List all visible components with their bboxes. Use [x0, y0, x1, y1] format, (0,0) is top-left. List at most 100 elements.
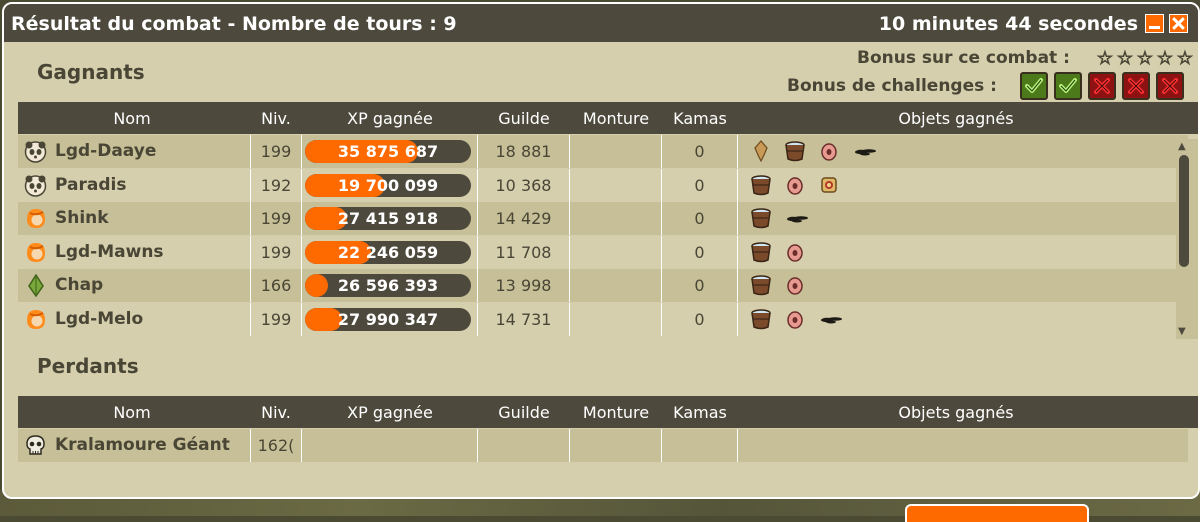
guild-xp: 11 708 — [478, 235, 570, 269]
scroll-down-icon[interactable]: ▼ — [1178, 326, 1186, 337]
table-row: Paradis 192 19 700 099 10 368 0 — [18, 168, 1188, 202]
xp-progress-bar: 27 990 347 — [305, 307, 471, 331]
player-name-cell: Paradis — [18, 169, 250, 202]
pink-stone-icon[interactable] — [784, 274, 806, 296]
player-name[interactable]: Kralamoure Géant — [55, 429, 230, 462]
xp-cell: 27 990 347 — [302, 302, 478, 336]
player-name[interactable]: Chap — [55, 269, 103, 302]
player-level: 199 — [250, 202, 302, 235]
items-cell — [738, 236, 1174, 269]
col-guild-header: Guilde — [498, 403, 550, 422]
player-level: 199 — [250, 235, 302, 269]
pink-stone-icon[interactable] — [818, 140, 840, 162]
mount-xp — [570, 135, 662, 168]
minimize-button[interactable] — [1145, 14, 1164, 33]
player-name[interactable]: Lgd-Melo — [55, 303, 143, 336]
winners-title: Gagnants — [37, 60, 145, 84]
cra-icon — [24, 308, 47, 331]
col-level-header: Niv. — [261, 403, 291, 422]
guild-xp: 14 731 — [478, 302, 570, 336]
challenge-success-icon — [1020, 72, 1048, 100]
table-row: Shink 199 27 415 918 14 429 0 — [18, 202, 1188, 235]
scroll-up-icon[interactable]: ▲ — [1178, 141, 1186, 152]
losers-table-header: Nom Niv. XP gagnée Guilde Monture Kamas … — [18, 396, 1198, 428]
kamas-value: 0 — [662, 235, 738, 269]
player-level: 199 — [250, 302, 302, 336]
items-cell — [738, 202, 1174, 235]
col-mount-header: Monture — [582, 109, 650, 128]
table-row: Lgd-Daaye 199 35 875 687 18 881 0 — [18, 135, 1188, 168]
cra-icon — [24, 207, 47, 230]
pink-stone-icon[interactable] — [784, 308, 806, 330]
challenge-success-icon — [1054, 72, 1082, 100]
combat-bonus-stars: ☆ ☆ ☆ ☆ ☆ — [1096, 48, 1194, 69]
black-flower-icon[interactable] — [818, 308, 842, 330]
col-xp-header: XP gagnée — [347, 403, 433, 422]
window-title: Résultat du combat - Nombre de tours : 9 — [11, 13, 457, 35]
star-icon: ☆ — [1116, 48, 1134, 69]
bucket-item-icon[interactable] — [750, 241, 772, 263]
winners-scrollbar[interactable]: ▲ ▼ — [1176, 139, 1198, 339]
pink-stone-icon[interactable] — [784, 174, 806, 196]
player-level: 166 — [250, 269, 302, 302]
challenges-bonus-label: Bonus de challenges : — [787, 76, 997, 96]
xp-value: 27 415 918 — [337, 209, 439, 228]
star-icon: ☆ — [1096, 48, 1114, 69]
kamas-value: 0 — [662, 302, 738, 336]
black-flower-icon[interactable] — [852, 140, 876, 162]
xp-progress-bar: 26 596 393 — [305, 274, 471, 297]
bucket-item-icon[interactable] — [750, 274, 772, 296]
guild-xp: 14 429 — [478, 202, 570, 235]
player-name[interactable]: Lgd-Daaye — [55, 135, 156, 168]
xp-progress-bar: 35 875 687 — [305, 140, 471, 163]
scroll-thumb[interactable] — [1179, 155, 1189, 267]
items-cell — [738, 135, 1174, 168]
challenge-fail-icon — [1122, 72, 1150, 100]
player-name-cell: Kralamoure Géant — [18, 429, 250, 462]
player-name[interactable]: Shink — [55, 202, 109, 235]
bucket-item-icon[interactable] — [750, 174, 772, 196]
xp-value: 35 875 687 — [337, 142, 439, 161]
winners-table: Lgd-Daaye 199 35 875 687 18 881 0 Paradis 192 1… — [18, 135, 1188, 336]
mount-xp — [570, 168, 662, 202]
xp-value: 22 246 059 — [337, 242, 439, 262]
table-row: Kralamoure Géant 162( — [18, 429, 1188, 462]
table-row: Chap 166 26 596 393 13 998 0 — [18, 269, 1188, 302]
combat-timer: 10 minutes 44 secondes — [878, 13, 1138, 35]
bucket-item-icon[interactable] — [784, 140, 806, 162]
black-flower-icon[interactable] — [784, 207, 808, 229]
items-cell — [738, 429, 1174, 462]
xp-cell: 27 415 918 — [302, 202, 478, 235]
close-result-button[interactable] — [905, 504, 1089, 522]
player-name[interactable]: Paradis — [55, 169, 126, 202]
xp-progress-bar: 22 246 059 — [305, 240, 471, 264]
player-level: 192 — [250, 168, 302, 202]
player-level: 199 — [250, 135, 302, 168]
items-cell — [738, 269, 1174, 302]
leaf-item-icon[interactable] — [750, 140, 772, 163]
col-kamas-header: Kamas — [673, 109, 727, 128]
kamas-value: 0 — [662, 168, 738, 202]
player-name-cell: Lgd-Daaye — [18, 135, 250, 168]
xp-cell: 35 875 687 — [302, 135, 478, 168]
player-name-cell: Lgd-Mawns — [18, 236, 250, 269]
items-cell — [738, 303, 1174, 336]
close-button[interactable] — [1169, 14, 1188, 33]
mount-xp — [570, 235, 662, 269]
bucket-item-icon[interactable] — [750, 207, 772, 229]
xp-progress-bar: 19 700 099 — [305, 173, 471, 197]
table-row: Lgd-Mawns 199 22 246 059 11 708 0 — [18, 235, 1188, 269]
scroll-item-icon[interactable] — [818, 174, 840, 196]
table-row: Lgd-Melo 199 27 990 347 14 731 0 — [18, 302, 1188, 336]
xp-cell: 19 700 099 — [302, 168, 478, 202]
combat-result-window: Résultat du combat - Nombre de tours : 9… — [2, 2, 1200, 499]
col-items-header: Objets gagnés — [898, 109, 1014, 128]
xp-cell: 26 596 393 — [302, 269, 478, 302]
bucket-item-icon[interactable] — [750, 308, 772, 330]
guild-xp — [478, 429, 570, 462]
xp-value: 26 596 393 — [337, 276, 439, 295]
col-kamas-header: Kamas — [673, 403, 727, 422]
pink-stone-icon[interactable] — [784, 241, 806, 263]
col-mount-header: Monture — [582, 403, 650, 422]
player-name[interactable]: Lgd-Mawns — [55, 236, 164, 269]
